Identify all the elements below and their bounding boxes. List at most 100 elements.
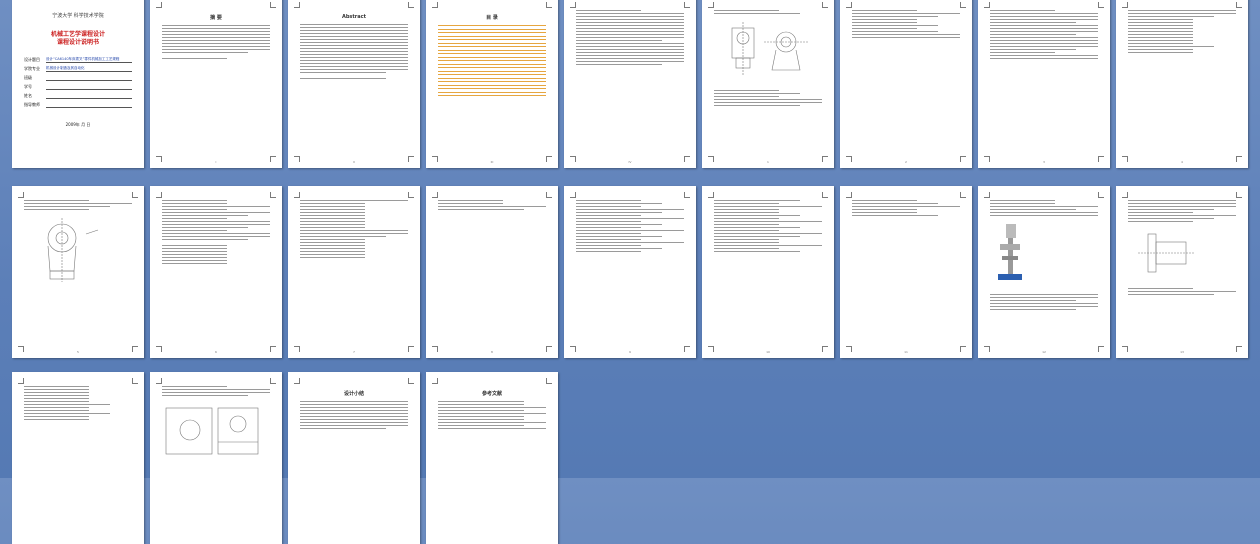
page-content (1128, 8, 1236, 154)
cover-title-line1: 机械工艺学课程设计 (50, 31, 105, 38)
page-content (300, 198, 408, 344)
cover-field-label: 学号 (24, 84, 32, 89)
page-number: 4 (1181, 160, 1183, 164)
cover-fields: 设计题目 设计“CA6140车床拨叉”零件机械加工工艺规程 学院专业 机械设计制造及… (24, 57, 132, 108)
page-text[interactable]: 8 (426, 186, 558, 358)
page-content: 参考文献 (438, 384, 546, 530)
cover-field-value (46, 102, 132, 108)
page-text[interactable] (12, 372, 144, 544)
page-text[interactable]: 7 (288, 186, 420, 358)
crop-mark (546, 2, 552, 8)
page-number: IV (628, 160, 632, 164)
page-number: II (353, 160, 355, 164)
page-text[interactable]: 2 (840, 0, 972, 168)
crop-mark (132, 192, 138, 198)
page-heading: 设计小结 (343, 391, 364, 397)
cover-date: 2009年 月 日 (65, 122, 91, 127)
page-formulas[interactable]: 9 (564, 186, 696, 358)
page-heading: Abstract (341, 14, 366, 20)
page-number: 1 (767, 160, 769, 164)
crop-mark (546, 192, 552, 198)
cover-field-value (46, 75, 132, 81)
page-heading: 目 录 (486, 15, 498, 21)
cover-field-label: 设计题目 (24, 57, 40, 62)
page-part-drawing[interactable]: 5 (12, 186, 144, 358)
page-content: 摘 要 (162, 8, 270, 154)
page-content (162, 384, 270, 530)
crop-mark (270, 378, 276, 384)
crop-mark (132, 378, 138, 384)
page-content (24, 384, 132, 530)
page-content: 宁波大学 科学技术学院 机械工艺学课程设计 课程设计说明书 设计题目 设计“CA6… (24, 8, 132, 154)
part-drawing-icon (731, 22, 809, 75)
page-content (852, 198, 960, 344)
cover-field: 学号 (24, 84, 132, 90)
page-number: I (215, 160, 217, 164)
page-heading: 参考文献 (481, 391, 502, 397)
page-content (714, 198, 822, 344)
page-content (990, 198, 1098, 344)
page-part-drawing[interactable]: 1 (702, 0, 834, 168)
crop-mark (684, 2, 690, 8)
cover-field-value (46, 84, 132, 90)
drill-press-icon (998, 224, 1022, 280)
page-content (852, 8, 960, 154)
crop-mark (1236, 192, 1242, 198)
page-content (576, 8, 684, 154)
page-machine-image[interactable]: 12 (978, 186, 1110, 358)
fork-drawing-icon (47, 218, 99, 282)
crop-mark (546, 378, 552, 384)
page-heading: 摘 要 (210, 15, 222, 21)
page-abstract-cn[interactable]: 摘 要 I (150, 0, 282, 168)
page-number: 11 (904, 350, 908, 354)
page-content: 设计小结 (300, 384, 408, 530)
cover-field-label: 指导教师 (24, 102, 40, 107)
crop-mark (822, 2, 828, 8)
page-text[interactable]: 6 (150, 186, 282, 358)
cover-field-value: 设计“CA6140车床拨叉”零件机械加工工艺规程 (46, 57, 132, 63)
cover-field: 设计题目 设计“CA6140车床拨叉”零件机械加工工艺规程 (24, 57, 132, 63)
page-text[interactable]: IV (564, 0, 696, 168)
page-assembly-drawing[interactable] (150, 372, 282, 544)
page-content (576, 198, 684, 344)
page-fixture-drawing[interactable]: 13 (1116, 186, 1248, 358)
page-number: 9 (629, 350, 631, 354)
crop-mark (960, 2, 966, 8)
page-number: 3 (1043, 160, 1045, 164)
crop-mark (960, 192, 966, 198)
page-content: Abstract (300, 8, 408, 154)
page-references[interactable]: 参考文献 (426, 372, 558, 544)
page-abstract-en[interactable]: Abstract II (288, 0, 420, 168)
crop-mark (822, 192, 828, 198)
shaft-drawing-icon (1138, 233, 1194, 273)
cover-field: 学院专业 机械设计制造及其自动化 (24, 66, 132, 72)
cover-field: 姓名 (24, 93, 132, 99)
crop-mark (684, 192, 690, 198)
page-number: 5 (77, 350, 79, 354)
page-formulas[interactable]: 10 (702, 186, 834, 358)
crop-mark (408, 378, 414, 384)
page-number: 12 (1042, 350, 1046, 354)
cover-field: 班级 (24, 75, 132, 81)
page-formulas[interactable]: 11 (840, 186, 972, 358)
crop-mark (1236, 2, 1242, 8)
page-content (438, 198, 546, 344)
cover-field-label: 学院专业 (24, 66, 40, 71)
cover-field-label: 班级 (24, 75, 32, 80)
page-cover[interactable]: 宁波大学 科学技术学院 机械工艺学课程设计 课程设计说明书 设计题目 设计“CA6… (12, 0, 144, 168)
university-logo: 宁波大学 科学技术学院 (52, 13, 104, 19)
page-content: 目 录 (438, 8, 546, 154)
page-number: 10 (766, 350, 770, 354)
crop-mark (270, 192, 276, 198)
page-number: 8 (491, 350, 493, 354)
page-content (990, 8, 1098, 154)
page-toc[interactable]: 目 录 III (426, 0, 558, 168)
cover-title-line2: 课程设计说明书 (56, 39, 99, 46)
page-text[interactable]: 4 (1116, 0, 1248, 168)
page-conclusion[interactable]: 设计小结 (288, 372, 420, 544)
page-number: III (490, 160, 494, 164)
crop-mark (1098, 192, 1104, 198)
crop-mark (408, 2, 414, 8)
page-text[interactable]: 3 (978, 0, 1110, 168)
cover-title: 机械工艺学课程设计 课程设计说明书 (24, 31, 132, 47)
